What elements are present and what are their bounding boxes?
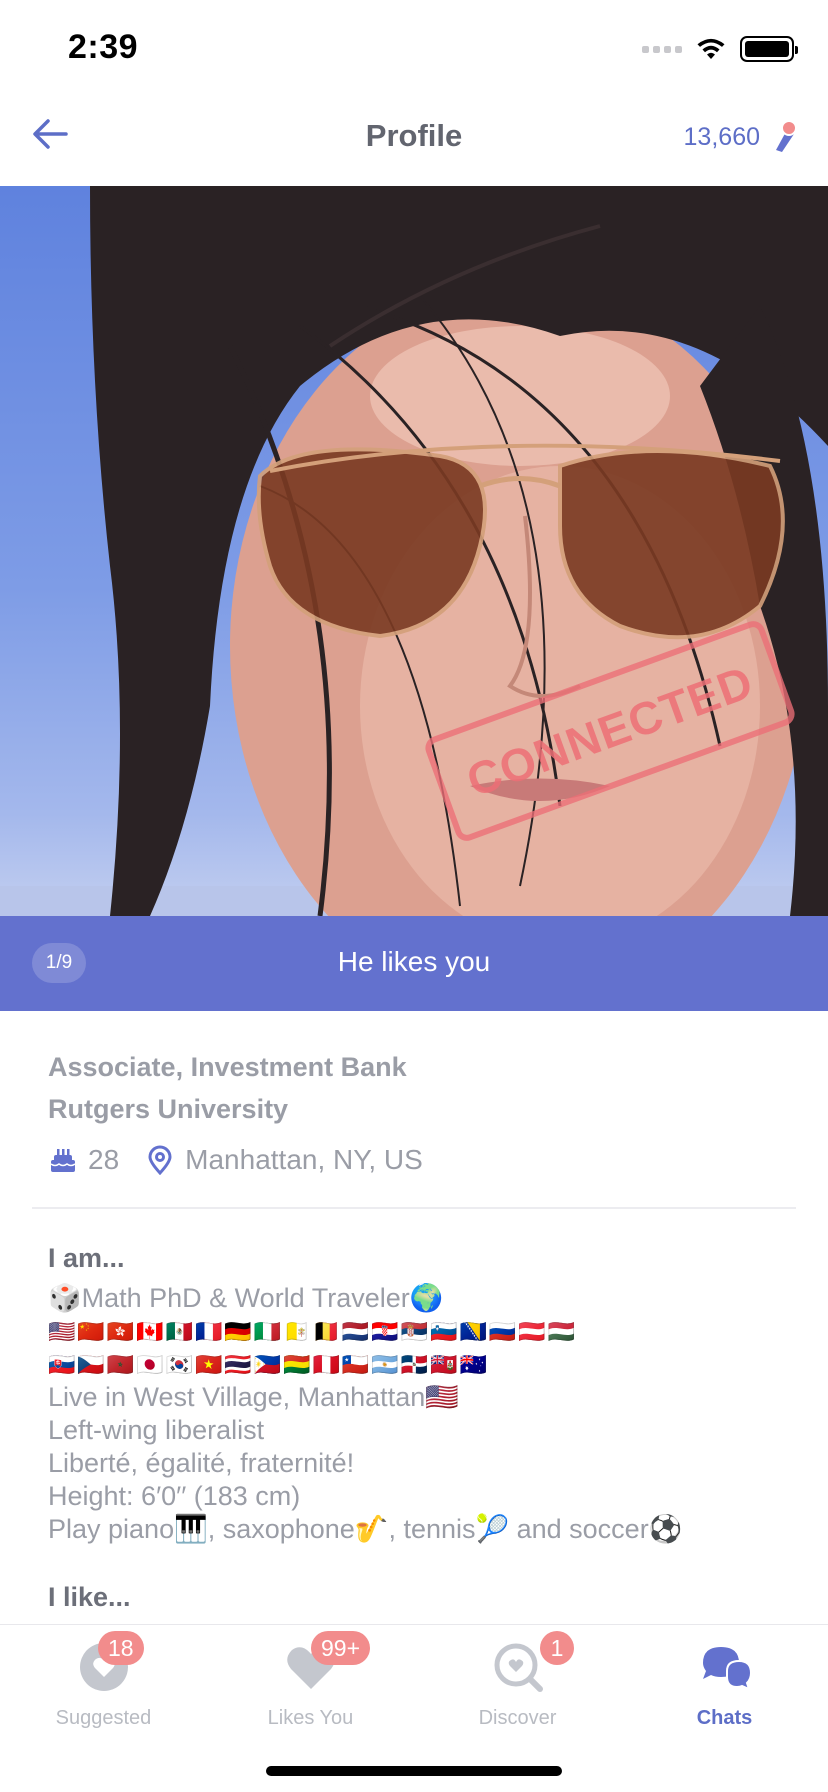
age: 28 (88, 1144, 120, 1175)
tab-suggested[interactable]: 18 Suggested (0, 1625, 207, 1745)
job-title: Associate, Investment Bank (48, 1052, 407, 1082)
wifi-icon (697, 38, 725, 59)
profile-photo-illustration (0, 186, 828, 916)
tab-label: Likes You (267, 1707, 354, 1729)
about-heading: I am... (48, 1243, 125, 1273)
profile-meta: 28 Manhattan, NY, US (48, 1140, 788, 1180)
header: Profile 13,660 (0, 96, 828, 186)
about-line: Height: 6′0′′ (183 cm) (48, 1481, 301, 1511)
status-bar: 2:39 (0, 0, 828, 96)
tab-badge: 99+ (311, 1631, 371, 1665)
likes-banner: 1/9 He likes you (0, 916, 828, 1011)
profile-photo[interactable]: CONNECTED (0, 186, 828, 916)
flags-row: 🇸🇰🇨🇿🇲🇦🇯🇵🇰🇷🇻🇳🇹🇭🇵🇭🇧🇴🇵🇪🇨🇱🇦🇷🇩🇴🇧🇲🇦🇺 (48, 1352, 489, 1377)
connected-stamp: CONNECTED (422, 617, 798, 845)
tab-label: Discover (478, 1707, 557, 1729)
coins-balance[interactable]: 13,660 (684, 120, 798, 154)
likes-heading: I like... (48, 1582, 131, 1612)
home-indicator[interactable] (266, 1766, 562, 1776)
coins-value: 13,660 (683, 122, 760, 151)
tab-chats[interactable]: Chats (621, 1625, 828, 1745)
birthday-cake-icon (50, 1149, 76, 1172)
school: Rutgers University (48, 1094, 289, 1124)
location: Manhattan, NY, US (185, 1144, 423, 1175)
about-line: Liberté, égalité, fraternité! (48, 1448, 355, 1478)
tab-label: Chats (696, 1707, 753, 1729)
about-line: Left-wing liberalist (48, 1415, 265, 1445)
about-section: I am... 🎲Math PhD & World Traveler🌍 🇺🇸🇨🇳… (48, 1240, 808, 1546)
status-time: 2:39 (68, 28, 139, 66)
tab-badge: 1 (540, 1631, 574, 1665)
discover-search-icon (494, 1643, 543, 1692)
location-pin-icon (148, 1145, 172, 1175)
cellular-signal-icon (642, 45, 682, 53)
divider (32, 1207, 796, 1209)
flags-row: 🇺🇸🇨🇳🇭🇰🇨🇦🇲🇽🇫🇷🇩🇪🇮🇹🇻🇦🇧🇪🇳🇱🇭🇷🇷🇸🇸🇮🇧🇦🇷🇺🇦🇹🇭🇺 (48, 1319, 578, 1344)
status-icons (642, 36, 798, 62)
about-line: 🎲Math PhD & World Traveler🌍 (48, 1283, 444, 1313)
about-line: Live in West Village, Manhattan🇺🇸 (48, 1382, 459, 1412)
connected-stamp-text: CONNECTED (459, 655, 761, 807)
profile-details: Associate, Investment Bank Rutgers Unive… (48, 1046, 788, 1180)
tab-badge: 18 (98, 1631, 144, 1665)
likes-you-text: He likes you (337, 946, 491, 977)
chat-bubbles-icon (702, 1647, 752, 1691)
tab-label: Suggested (55, 1707, 152, 1729)
tab-discover[interactable]: 1 Discover (414, 1625, 621, 1745)
tab-likes-you[interactable]: 99+ Likes You (207, 1625, 414, 1745)
coin-icon (776, 120, 797, 152)
about-line: Play piano🎹, saxophone🎷, tennis🎾 and soc… (48, 1514, 683, 1544)
battery-icon (740, 36, 798, 62)
